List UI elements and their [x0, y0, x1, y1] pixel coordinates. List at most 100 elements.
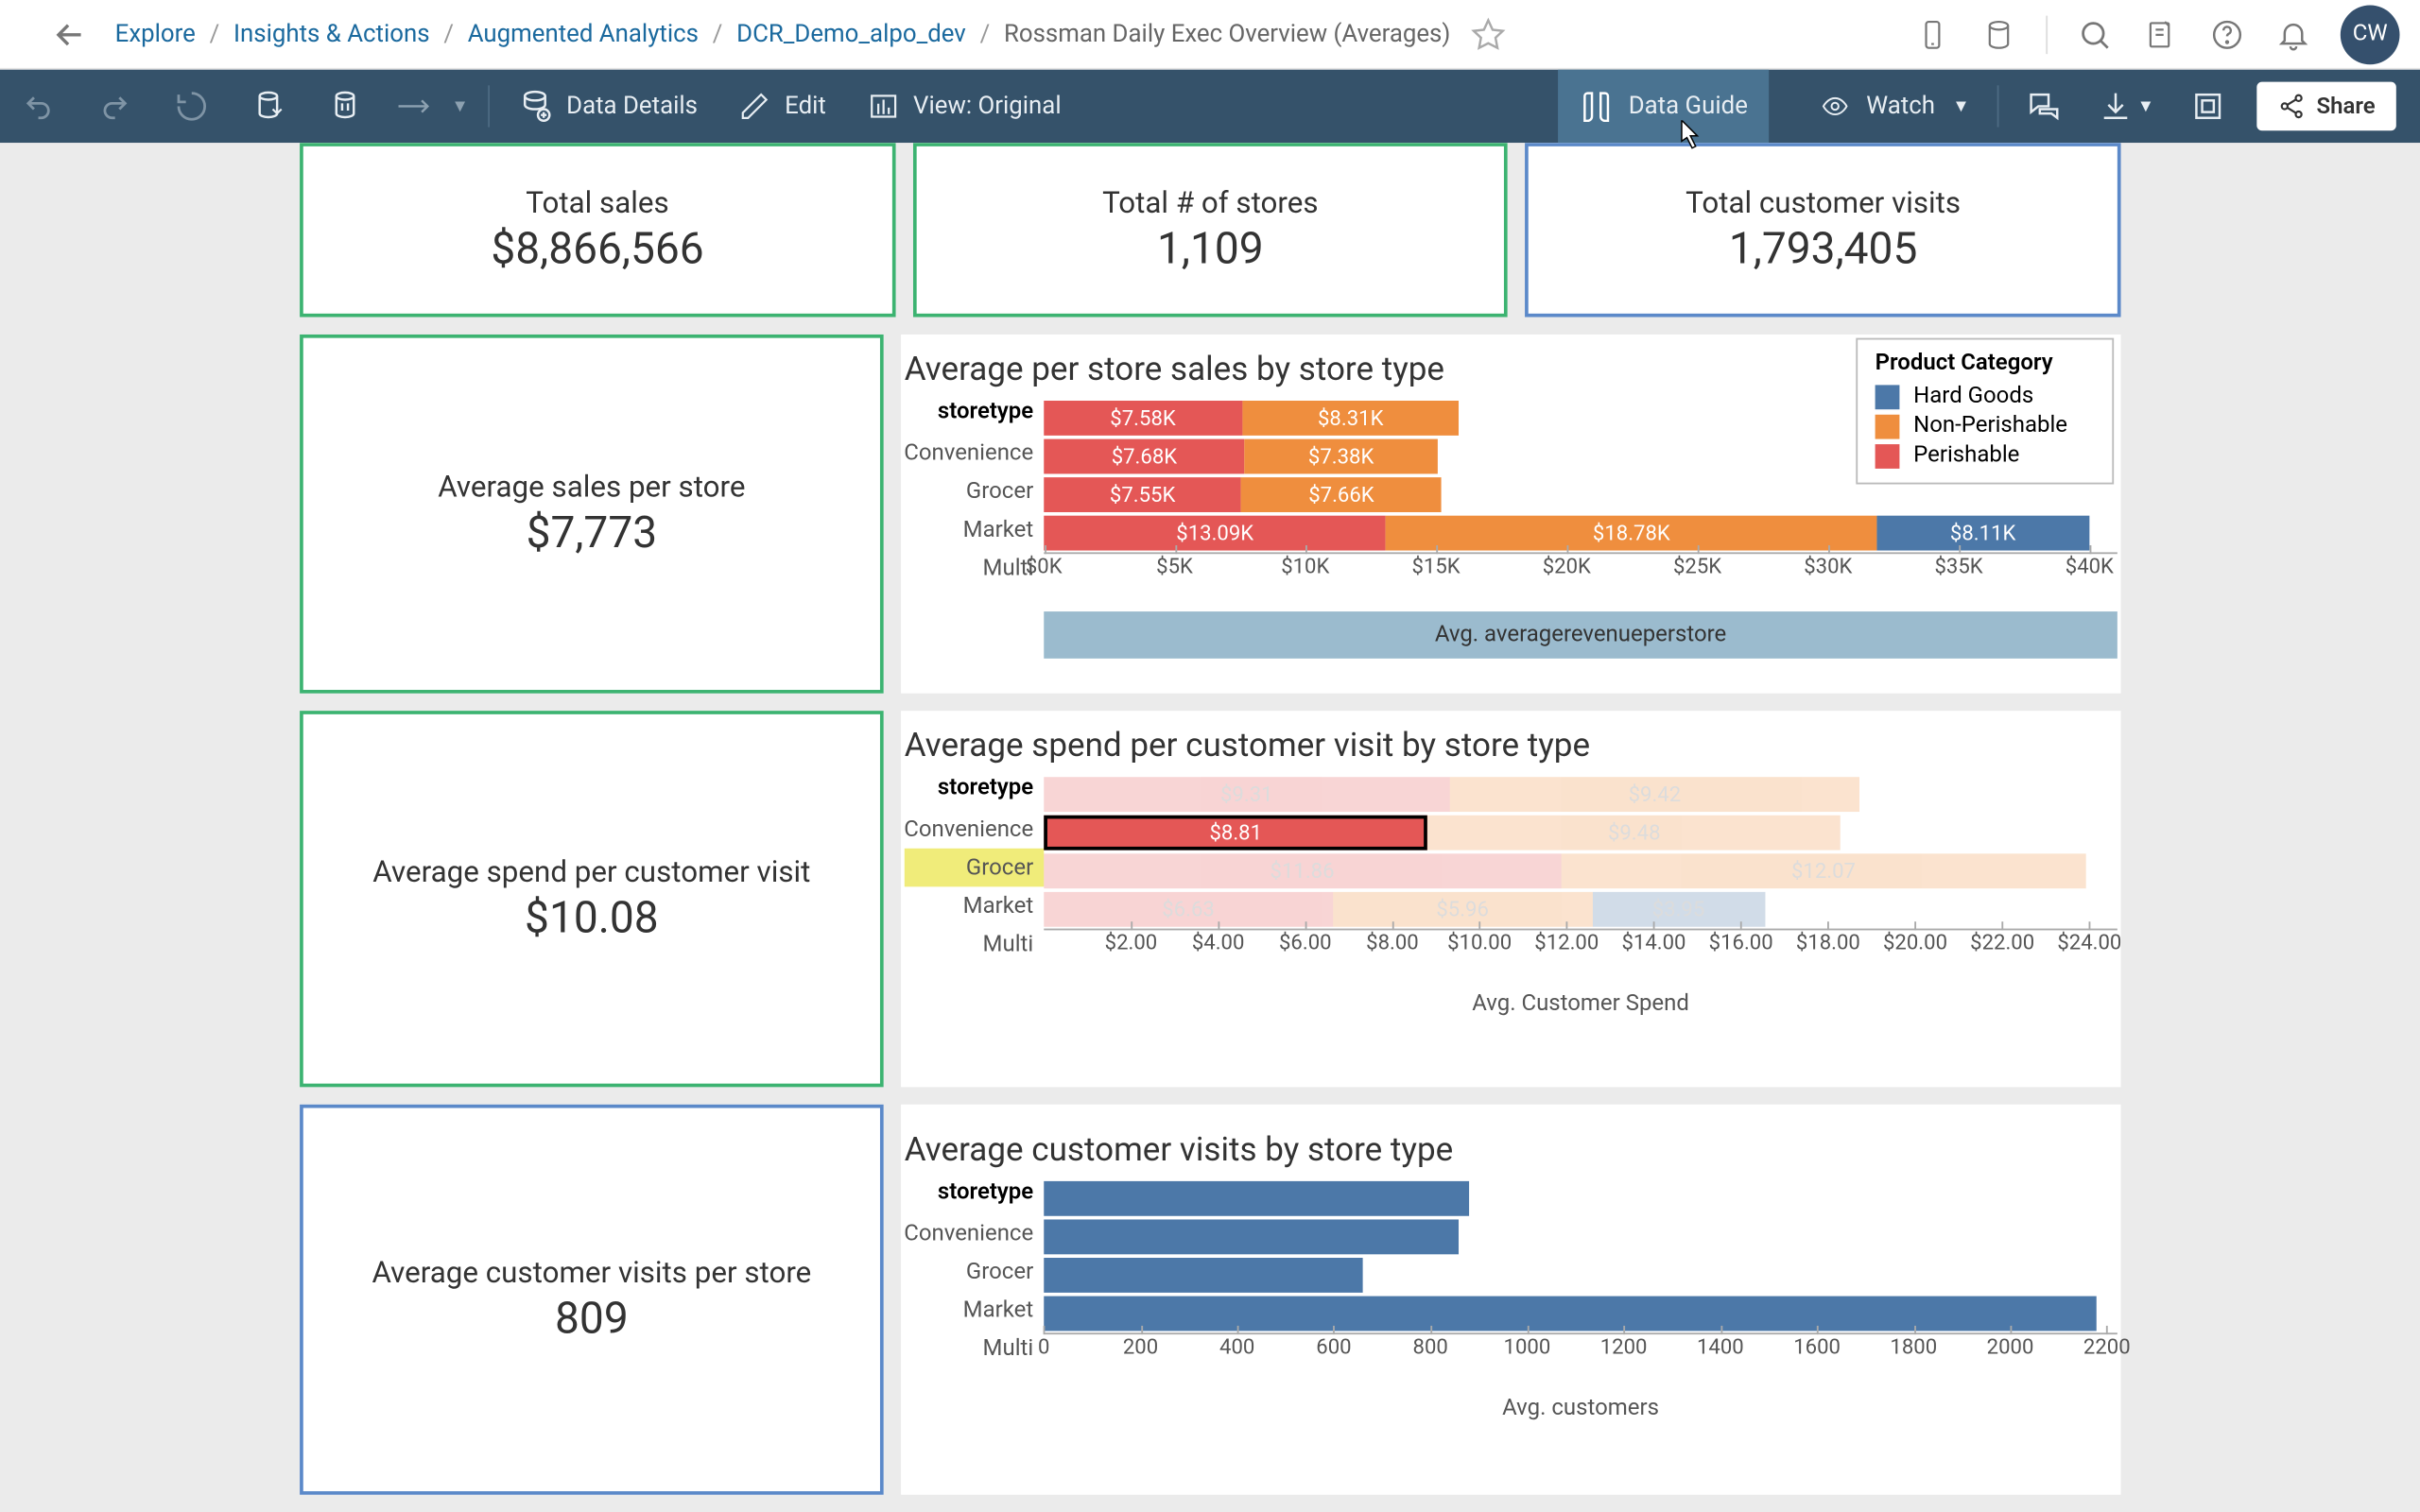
- refresh-data-icon[interactable]: [230, 70, 306, 143]
- view-button[interactable]: View: Original: [847, 70, 1082, 143]
- category-label: Multi: [905, 1330, 1044, 1368]
- axis-tick: $30K: [1804, 554, 1852, 578]
- share-label: Share: [2317, 94, 2376, 120]
- category-label: Convenience: [905, 810, 1044, 849]
- axis-tick: $2.00: [1105, 930, 1158, 954]
- category-label: Multi: [905, 925, 1044, 964]
- kpi-value: 809: [555, 1294, 629, 1344]
- back-icon[interactable]: [49, 13, 91, 55]
- download-icon[interactable]: ▼: [2083, 70, 2169, 143]
- favorite-star-icon[interactable]: [1471, 17, 1506, 52]
- bar-segment[interactable]: $8.31K: [1242, 401, 1460, 436]
- kpi-total-stores[interactable]: Total # of stores 1,109: [912, 143, 1508, 317]
- revert-icon[interactable]: [153, 70, 230, 143]
- bar-segment[interactable]: $6.63: [1044, 892, 1333, 927]
- axis-tick: $10.00: [1447, 930, 1512, 954]
- bar-segment[interactable]: $18.78K: [1386, 516, 1876, 551]
- undo-icon[interactable]: [0, 70, 77, 143]
- comments-icon[interactable]: [2006, 70, 2083, 143]
- notifications-icon[interactable]: [2264, 5, 2324, 64]
- breadcrumb-link[interactable]: Explore: [115, 20, 196, 47]
- kpi-value: 1,793,405: [1729, 224, 1917, 274]
- replay-icon[interactable]: ▼: [384, 70, 481, 143]
- bar-segment[interactable]: $9.31: [1044, 777, 1449, 812]
- chart-avg-visits[interactable]: Average customer visits by store type st…: [901, 1105, 2120, 1495]
- axis-tick: 2000: [1987, 1334, 2034, 1359]
- bar-segment[interactable]: $8.11K: [1877, 516, 2089, 551]
- kpi-label: Average sales per store: [438, 470, 745, 505]
- bar-segment[interactable]: $12.07: [1561, 853, 2086, 888]
- axis-tick: $10K: [1281, 554, 1329, 578]
- breadcrumb-link[interactable]: Augmented Analytics: [468, 20, 699, 47]
- bar-segment[interactable]: [1044, 1181, 1469, 1216]
- legend-title: Product Category: [1876, 351, 2095, 377]
- axis-tick: 1800: [1890, 1334, 1937, 1359]
- bar-segment[interactable]: $7.66K: [1241, 477, 1442, 512]
- bar-segment[interactable]: $7.58K: [1044, 401, 1242, 436]
- help-icon[interactable]: [2198, 5, 2257, 64]
- axis-tick: $35K: [1935, 554, 1983, 578]
- watch-label: Watch: [1866, 93, 1935, 120]
- axis-tick: $20.00: [1883, 930, 1947, 954]
- chart-avg-sales[interactable]: Average per store sales by store type Pr…: [901, 335, 2120, 694]
- data-details-button[interactable]: Data Details: [496, 70, 718, 143]
- axis-tick: $20K: [1543, 554, 1591, 578]
- list-icon[interactable]: [2132, 5, 2191, 64]
- bar-segment[interactable]: $11.86: [1044, 853, 1561, 888]
- axis-tick: $14.00: [1621, 930, 1685, 954]
- bar-segment[interactable]: $9.48: [1427, 816, 1841, 850]
- axis-tick: 1400: [1697, 1334, 1744, 1359]
- kpi-value: 1,109: [1157, 224, 1264, 274]
- kpi-total-visits[interactable]: Total customer visits 1,793,405: [1526, 143, 2121, 317]
- breadcrumb-link[interactable]: DCR_Demo_alpo_dev: [736, 20, 966, 47]
- bar-segment[interactable]: [1044, 1219, 1460, 1254]
- kpi-label: Total customer visits: [1685, 185, 1961, 220]
- chart-avg-spend[interactable]: Average spend per customer visit by stor…: [901, 711, 2120, 1087]
- bar-segment[interactable]: $3.95: [1592, 892, 1764, 927]
- fullscreen-icon[interactable]: [2170, 70, 2247, 143]
- axis-tick: 200: [1123, 1334, 1158, 1359]
- bar-segment[interactable]: $8.81: [1044, 816, 1427, 850]
- data-source-icon[interactable]: [1969, 5, 2029, 64]
- axis-tick: $16.00: [1709, 930, 1773, 954]
- breadcrumb-current: Rossman Daily Exec Overview (Averages): [1004, 20, 1450, 47]
- bar-segment[interactable]: $13.09K: [1044, 516, 1386, 551]
- category-label: Grocer: [905, 472, 1044, 511]
- axis-tick: 600: [1316, 1334, 1351, 1359]
- kpi-total-sales[interactable]: Total sales $8,866,566: [300, 143, 895, 317]
- kpi-value: $7,773: [527, 507, 658, 558]
- redo-icon[interactable]: [77, 70, 153, 143]
- axis-tick: $5K: [1156, 554, 1193, 578]
- edit-button[interactable]: Edit: [718, 70, 847, 143]
- axis-tick: 0: [1038, 1334, 1049, 1359]
- kpi-label: Total sales: [526, 185, 668, 220]
- search-icon[interactable]: [2066, 5, 2125, 64]
- bar-segment[interactable]: $9.42: [1449, 777, 1859, 812]
- axis-tick: $18.00: [1796, 930, 1860, 954]
- avatar[interactable]: CW: [2341, 5, 2400, 64]
- kpi-avg-visits[interactable]: Average customer visits per store 809: [300, 1105, 884, 1495]
- bar-segment[interactable]: $5.96: [1333, 892, 1593, 927]
- category-label: Grocer: [905, 1252, 1044, 1291]
- bar-segment[interactable]: $7.68K: [1044, 439, 1244, 474]
- bar-segment[interactable]: [1044, 1258, 1362, 1293]
- bar-segment[interactable]: $7.38K: [1245, 439, 1438, 474]
- device-preview-icon[interactable]: [1903, 5, 1962, 64]
- breadcrumb-link[interactable]: Insights & Actions: [233, 20, 430, 47]
- row-header: storetype: [905, 1179, 1044, 1214]
- data-guide-label: Data Guide: [1629, 93, 1748, 120]
- kpi-avg-spend[interactable]: Average spend per customer visit $10.08: [300, 711, 884, 1087]
- axis-tick: $15K: [1411, 554, 1460, 578]
- row-header: storetype: [905, 399, 1044, 434]
- bar-segment[interactable]: $7.55K: [1044, 477, 1241, 512]
- axis-tick: $22.00: [1970, 930, 2034, 954]
- share-button[interactable]: Share: [2257, 82, 2396, 131]
- kpi-avg-sales[interactable]: Average sales per store $7,773: [300, 335, 884, 694]
- watch-button[interactable]: Watch ▼: [1797, 70, 1991, 143]
- category-label: Market: [905, 886, 1044, 925]
- bar-segment[interactable]: [1044, 1297, 2097, 1332]
- pause-data-icon[interactable]: [306, 70, 383, 143]
- category-label: Grocer: [905, 849, 1044, 887]
- data-details-label: Data Details: [566, 93, 698, 120]
- data-guide-button[interactable]: Data Guide: [1559, 70, 1769, 143]
